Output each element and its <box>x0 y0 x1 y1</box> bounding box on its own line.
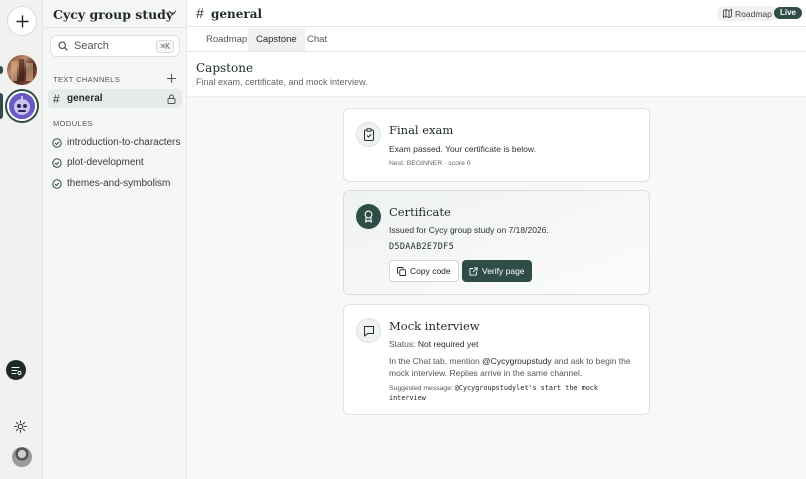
verify-page-button[interactable]: Verify page <box>462 260 532 282</box>
server-rail <box>0 0 43 479</box>
search-placeholder: Search <box>74 40 109 52</box>
external-link-icon <box>469 266 478 276</box>
add-channel-button[interactable] <box>167 74 176 83</box>
tab-capstone[interactable]: Capstone <box>248 28 305 51</box>
final-exam-meta: Nest: BEGINNER · score 0 <box>389 160 471 167</box>
mock-interview-card: Mock interview Status: Not required yet … <box>343 304 650 415</box>
server-menu-button[interactable] <box>168 10 177 16</box>
module-item[interactable]: plot-development <box>52 157 144 168</box>
instructions-part-1: In the Chat tab, mention <box>389 356 480 366</box>
main-panel: # general Roadmap Live Roadmap Capstone … <box>187 0 806 479</box>
final-exam-title: Final exam <box>389 123 454 137</box>
module-label: themes-and-symbolism <box>67 178 171 189</box>
status-label: Status: <box>389 339 416 349</box>
clipboard-check-icon <box>356 122 381 147</box>
capstone-content: Final exam Exam passed. Your certificate… <box>187 96 806 479</box>
suggested-message: Suggested message: @Cycygroupstudylet's … <box>389 384 598 392</box>
map-icon <box>723 9 732 18</box>
hash-icon: # <box>53 91 60 106</box>
text-channels-label: TEXT CHANNELS <box>53 75 121 84</box>
theme-toggle-button[interactable] <box>14 420 27 433</box>
divider <box>43 27 187 28</box>
lock-icon <box>167 94 176 104</box>
check-circle-icon <box>52 178 62 189</box>
roadmap-button[interactable]: Roadmap <box>717 6 778 21</box>
copy-icon <box>397 266 406 276</box>
live-badge: Live <box>774 7 803 19</box>
page-title: Capstone <box>196 61 254 75</box>
final-exam-card: Final exam Exam passed. Your certificate… <box>343 108 650 182</box>
channel-label: general <box>67 93 103 104</box>
tab-roadmap[interactable]: Roadmap <box>198 28 255 51</box>
channel-item-general[interactable]: # general <box>48 89 182 108</box>
search-icon <box>58 41 68 51</box>
verify-page-label: Verify page <box>482 266 525 276</box>
channel-list-toggle-button[interactable] <box>6 360 26 380</box>
suggested-text-line-2: interview <box>389 394 426 402</box>
page-subtitle: Final exam, certificate, and mock interv… <box>196 77 368 87</box>
bot-mention: @Cycygroupstudy <box>482 356 552 366</box>
check-circle-icon <box>52 157 62 168</box>
active-server-indicator <box>0 93 3 119</box>
tab-chat[interactable]: Chat <box>299 28 335 51</box>
channel-header: # general Roadmap Live <box>187 0 806 27</box>
plus-icon <box>167 74 176 83</box>
check-circle-icon <box>52 137 62 148</box>
plus-icon <box>15 14 29 28</box>
server-icon-photo[interactable] <box>7 55 37 85</box>
module-label: plot-development <box>67 157 144 168</box>
tab-bar: Roadmap Capstone Chat <box>187 28 806 52</box>
channel-sidebar: Cycy group study Search ⌘K TEXT CHANNELS… <box>43 0 187 479</box>
sun-icon <box>14 420 27 433</box>
add-server-button[interactable] <box>7 6 37 36</box>
modules-label: MODULES <box>53 119 93 128</box>
mock-interview-title: Mock interview <box>389 319 480 333</box>
chevron-down-icon <box>168 10 177 16</box>
award-icon <box>356 204 381 229</box>
status-value: Not required yet <box>417 339 479 349</box>
issued-suffix: on 7/18/2026. <box>496 225 549 235</box>
certificate-issued: Issued for Cycy group study on 7/18/2026… <box>389 225 549 235</box>
module-item[interactable]: themes-and-symbolism <box>52 178 170 189</box>
issued-for: Cycy group study <box>428 225 495 235</box>
search-input[interactable]: Search ⌘K <box>50 35 180 57</box>
certificate-card: Certificate Issued for Cycy group study … <box>343 190 650 295</box>
hash-icon: # <box>196 5 204 21</box>
certificate-code: D5DAAB2E7DF5 <box>389 242 455 252</box>
instructions-part-2: and ask to begin the <box>554 356 631 366</box>
final-exam-status: Exam passed. Your certificate is below. <box>389 144 536 154</box>
message-square-icon <box>356 318 381 343</box>
suggested-label: Suggested message: <box>389 385 453 392</box>
issued-prefix: Issued for <box>389 225 427 235</box>
search-shortcut: ⌘K <box>156 40 174 53</box>
server-indicator <box>0 66 3 74</box>
module-item[interactable]: introduction-to-characters <box>52 137 180 148</box>
certificate-title: Certificate <box>389 205 451 219</box>
copy-code-label: Copy code <box>410 266 451 276</box>
mock-interview-instructions: In the Chat tab, mention @Cycygroupstudy… <box>389 356 631 366</box>
list-settings-icon <box>10 366 22 375</box>
server-name[interactable]: Cycy group study <box>53 7 173 22</box>
suggested-text: @Cycygroupstudylet's start the mock <box>454 384 598 392</box>
mock-interview-status: Status: Not required yet <box>389 339 478 349</box>
server-icon-cycy-group-study[interactable] <box>7 91 37 121</box>
user-avatar[interactable] <box>12 447 32 467</box>
roadmap-label: Roadmap <box>735 8 772 19</box>
copy-code-button[interactable]: Copy code <box>389 260 459 282</box>
mock-interview-instructions-line-2: mock interview. Replies arrive in the sa… <box>389 368 583 378</box>
channel-title: general <box>211 7 263 21</box>
module-label: introduction-to-characters <box>67 137 181 148</box>
